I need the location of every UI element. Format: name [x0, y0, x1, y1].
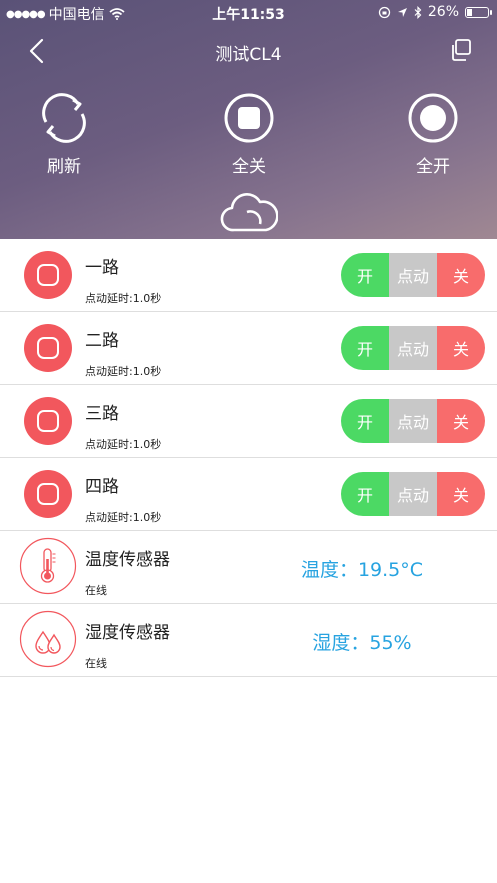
refresh-button[interactable]: 刷新 [14, 92, 114, 177]
all-off-button[interactable]: 全关 [199, 92, 299, 177]
switch-icon [24, 251, 72, 299]
thermometer-icon [19, 537, 77, 595]
page-title: 测试CL4 [215, 45, 282, 65]
humidity-reading: 湿度：55% [312, 632, 412, 654]
pulse-button[interactable]: 点动 [389, 326, 437, 370]
channel-controls: 开 点动 关 [341, 326, 485, 370]
all-on-icon [408, 93, 458, 143]
sensor-name: 湿度传感器 [85, 623, 170, 643]
on-button[interactable]: 开 [341, 472, 389, 516]
pulse-button[interactable]: 点动 [389, 399, 437, 443]
on-button[interactable]: 开 [341, 399, 389, 443]
channel-delay: 点动延时:1.0秒 [85, 511, 162, 524]
pulse-button[interactable]: 点动 [389, 253, 437, 297]
location-icon [397, 7, 407, 17]
on-button[interactable]: 开 [341, 253, 389, 297]
switch-icon [24, 470, 72, 518]
refresh-icon [42, 93, 86, 143]
rotation-lock-icon [378, 6, 391, 18]
channel-name: 一路 [85, 258, 119, 278]
channel-name: 三路 [85, 404, 119, 424]
sensor-row-temperature[interactable]: 温度传感器 在线 温度：19.5°C [0, 531, 497, 604]
off-button[interactable]: 关 [437, 253, 485, 297]
channel-controls: 开 点动 关 [341, 472, 485, 516]
status-bar: ●●●●● 中国电信 上午11:53 26% [0, 0, 497, 26]
channel-row-4: 四路 点动延时:1.0秒 开 点动 关 [0, 458, 497, 531]
battery-icon [465, 6, 492, 18]
channel-row-3: 三路 点动延时:1.0秒 开 点动 关 [0, 385, 497, 458]
off-button[interactable]: 关 [437, 399, 485, 443]
channel-controls: 开 点动 关 [341, 253, 485, 297]
all-on-button[interactable]: 全开 [383, 92, 483, 177]
channel-row-2: 二路 点动延时:1.0秒 开 点动 关 [0, 312, 497, 385]
all-on-label: 全开 [416, 157, 450, 177]
sensor-status: 在线 [85, 657, 107, 670]
header: ●●●●● 中国电信 上午11:53 26% 测试CL4 刷新 全关 全开 [0, 0, 497, 239]
off-button[interactable]: 关 [437, 472, 485, 516]
channel-name: 四路 [85, 477, 119, 497]
channel-name: 二路 [85, 331, 119, 351]
channel-row-1: 一路 点动延时:1.0秒 开 点动 关 [0, 239, 497, 312]
sensor-status: 在线 [85, 584, 107, 597]
switch-icon [24, 397, 72, 445]
temperature-reading: 温度：19.5°C [300, 559, 424, 581]
channel-controls: 开 点动 关 [341, 399, 485, 443]
all-off-icon [224, 93, 274, 143]
sensor-row-humidity[interactable]: 湿度传感器 在线 湿度：55% [0, 604, 497, 677]
sensor-name: 温度传感器 [85, 550, 170, 570]
battery-percent: 26% [427, 4, 459, 20]
all-off-label: 全关 [232, 157, 266, 177]
cloud-icon[interactable] [220, 190, 278, 234]
channel-delay: 点动延时:1.0秒 [85, 292, 162, 305]
pulse-button[interactable]: 点动 [389, 472, 437, 516]
switch-icon [24, 324, 72, 372]
copy-icon[interactable] [449, 38, 473, 62]
water-drops-icon [19, 610, 77, 668]
channel-delay: 点动延时:1.0秒 [85, 438, 162, 451]
on-button[interactable]: 开 [341, 326, 389, 370]
device-list: 一路 点动延时:1.0秒 开 点动 关 二路 点动延时:1.0秒 开 点动 关 … [0, 239, 497, 677]
bluetooth-icon [414, 5, 422, 19]
refresh-label: 刷新 [47, 157, 81, 177]
channel-delay: 点动延时:1.0秒 [85, 365, 162, 378]
off-button[interactable]: 关 [437, 326, 485, 370]
